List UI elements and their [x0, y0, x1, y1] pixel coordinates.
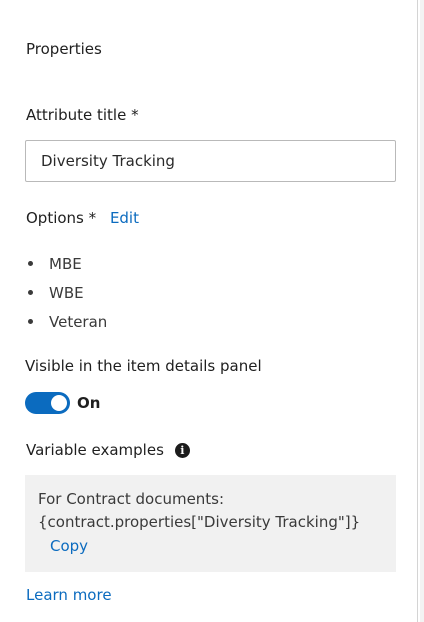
attribute-title-label: Attribute title * [26, 106, 139, 124]
variable-examples-label: Variable examples [26, 441, 164, 459]
option-label: MBE [49, 254, 82, 273]
visibility-toggle[interactable] [25, 392, 70, 414]
copy-link[interactable]: Copy [50, 534, 396, 558]
options-label: Options * [26, 209, 97, 227]
bullet-icon [28, 290, 33, 295]
panel-divider [420, 0, 424, 622]
options-edit-link[interactable]: Edit [110, 209, 139, 227]
bullet-icon [28, 319, 33, 324]
variable-example-box: For Contract documents: {contract.proper… [25, 475, 396, 572]
properties-panel: Properties Attribute title * Diversity T… [0, 0, 418, 622]
option-label: Veteran [49, 312, 108, 331]
options-list: MBE WBE Veteran [28, 249, 107, 336]
example-line-2: {contract.properties["Diversity Tracking… [38, 513, 361, 531]
visibility-toggle-row: On [25, 392, 100, 414]
options-header: Options * Edit [26, 209, 139, 227]
option-label: WBE [49, 283, 84, 302]
list-item: MBE [28, 249, 107, 278]
variable-examples-header: Variable examples i [26, 441, 190, 459]
visible-label: Visible in the item details panel [25, 357, 262, 375]
example-line-1: For Contract documents: [38, 490, 225, 508]
bullet-icon [28, 261, 33, 266]
toggle-knob [51, 395, 67, 411]
list-item: WBE [28, 278, 107, 307]
list-item: Veteran [28, 307, 107, 336]
panel-heading: Properties [26, 40, 102, 58]
learn-more-link[interactable]: Learn more [26, 586, 112, 604]
info-icon[interactable]: i [174, 442, 190, 458]
attribute-title-input[interactable]: Diversity Tracking [25, 140, 396, 182]
toggle-state-label: On [77, 394, 101, 412]
